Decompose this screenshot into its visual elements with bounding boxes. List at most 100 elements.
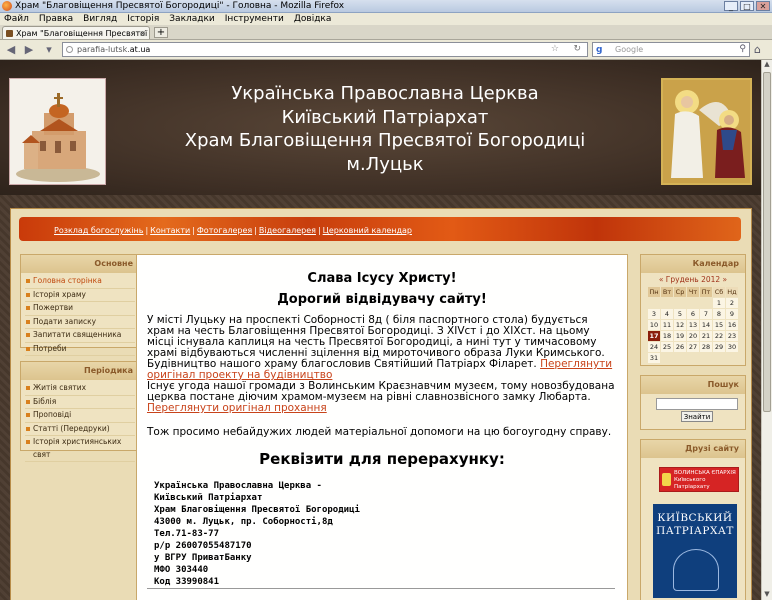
nav-link-contacts[interactable]: Контакти: [150, 226, 190, 235]
calendar-day[interactable]: 1: [713, 298, 725, 308]
url-host: at.ua: [129, 45, 151, 54]
search-input[interactable]: [656, 398, 738, 410]
scroll-down-icon[interactable]: ▼: [762, 590, 772, 600]
menu-view[interactable]: Вигляд: [83, 13, 117, 25]
calendar-day[interactable]: 19: [674, 331, 686, 341]
reload-icon[interactable]: ↻: [573, 43, 581, 56]
calendar-day[interactable]: 16: [726, 320, 738, 330]
sidebar-item-needs[interactable]: Потреби: [25, 343, 135, 356]
kyiv-patriarchate-banner[interactable]: КИЇВСЬКИЙ ПАТРІАРХАТ: [653, 504, 737, 598]
search-bar[interactable]: g Google ⚲: [592, 42, 750, 57]
sidebar-item-home[interactable]: Головна сторінка: [25, 275, 135, 289]
minimize-icon[interactable]: _: [724, 1, 738, 11]
search-icon[interactable]: ⚲: [739, 43, 746, 56]
nav-link-photo-gallery[interactable]: Фотогалерея: [197, 226, 252, 235]
close-icon[interactable]: ✕: [756, 1, 770, 11]
calendar-day[interactable]: 9: [726, 309, 738, 319]
window-titlebar: Храм "Благовіщення Пресвятої Богородиці"…: [0, 0, 772, 13]
forward-icon[interactable]: ▶: [22, 43, 36, 56]
maximize-icon[interactable]: □: [740, 1, 754, 11]
search-box: Пошук Знайти: [640, 375, 746, 430]
calendar-day[interactable]: 28: [700, 342, 712, 352]
calendar-day[interactable]: 27: [687, 342, 699, 352]
calendar-day[interactable]: 5: [674, 309, 686, 319]
calendar-empty-cell: [700, 298, 712, 308]
calendar-day[interactable]: 15: [713, 320, 725, 330]
calendar-day[interactable]: 14: [700, 320, 712, 330]
new-tab-button[interactable]: +: [154, 27, 168, 38]
bookmark-star-icon[interactable]: ☆: [551, 43, 559, 56]
volyn-eparchy-banner[interactable]: ВОЛИНСЬКА ЄПАРХІЯ Київського Патріархату: [659, 467, 739, 492]
calendar-day[interactable]: 18: [661, 331, 673, 341]
calendar-day[interactable]: 30: [726, 342, 738, 352]
calendar-day[interactable]: 25: [661, 342, 673, 352]
sidebar-item-bible[interactable]: Біблія: [25, 396, 135, 409]
calendar-day[interactable]: 10: [648, 320, 660, 330]
menu-icon[interactable]: ▾: [42, 43, 56, 56]
calendar-day[interactable]: 13: [687, 320, 699, 330]
calendar-day[interactable]: 12: [674, 320, 686, 330]
menu-edit[interactable]: Правка: [39, 13, 73, 25]
divider: [147, 588, 615, 589]
request-link[interactable]: Переглянути оригінал прохання: [147, 402, 327, 414]
tab-close-icon[interactable]: ×: [139, 27, 146, 39]
search-button[interactable]: Знайти: [681, 411, 713, 422]
calendar-day[interactable]: 4: [661, 309, 673, 319]
calendar-day[interactable]: 24: [648, 342, 660, 352]
calendar-day[interactable]: 31: [648, 353, 660, 363]
sidebar-main-menu: Головна сторінка Історія храму Пожертви …: [21, 273, 139, 356]
sidebar-item-holidays[interactable]: Історія християнських свят: [25, 436, 135, 462]
nav-link-church-calendar[interactable]: Церковний календар: [323, 226, 412, 235]
sidebar-item-history[interactable]: Історія храму: [25, 289, 135, 302]
scrollbar-thumb[interactable]: [763, 72, 771, 412]
scroll-up-icon[interactable]: ▲: [762, 60, 772, 70]
site-identity-icon[interactable]: [66, 46, 73, 53]
menu-help[interactable]: Довідка: [294, 13, 332, 25]
menu-bookmarks[interactable]: Закладки: [169, 13, 215, 25]
calendar-day[interactable]: 7: [700, 309, 712, 319]
calendar-day[interactable]: 26: [674, 342, 686, 352]
page-scrollbar[interactable]: ▲ ▼: [761, 60, 772, 600]
calendar-day[interactable]: 29: [713, 342, 725, 352]
nav-link-video-gallery[interactable]: Відеогалерея: [259, 226, 316, 235]
sidebar-item-submit-note[interactable]: Подати записку: [25, 316, 135, 329]
site-title-line2: Київський Патріархат: [281, 106, 489, 128]
friends-box: Друзі сайту ВОЛИНСЬКА ЄПАРХІЯ Київського…: [640, 439, 746, 600]
home-icon[interactable]: ⌂: [754, 43, 761, 56]
nav-link-schedule[interactable]: Розклад богослужінь: [54, 226, 143, 235]
sidebar-item-ask-priest[interactable]: Запитати священника: [25, 329, 135, 343]
sidebar-item-saints[interactable]: Житія святих: [25, 382, 135, 396]
sidebar-item-articles[interactable]: Статті (Передруки): [25, 423, 135, 436]
calendar-day[interactable]: 3: [648, 309, 660, 319]
calendar-box: Календар « Грудень 2012 » Пн Вт Ср Чт Пт Сб Нд…: [640, 254, 746, 366]
calendar-day[interactable]: 22: [713, 331, 725, 341]
menu-tools[interactable]: Інструменти: [225, 13, 284, 25]
sidebar-item-donations[interactable]: Пожертви: [25, 302, 135, 316]
window-controls: _ □ ✕: [724, 1, 770, 11]
tab-active[interactable]: Храм "Благовіщення Пресвятої Бого... ×: [2, 26, 150, 39]
kyiv-patriarchate-text: КИЇВСЬКИЙ ПАТРІАРХАТ: [656, 512, 734, 537]
calendar-day[interactable]: 8: [713, 309, 725, 319]
calendar-weekday: Ср: [674, 287, 686, 297]
menu-file[interactable]: Файл: [4, 13, 29, 25]
calendar-empty-cell: [661, 298, 673, 308]
calendar-weekday: Пн: [648, 287, 660, 297]
calendar-day[interactable]: 20: [687, 331, 699, 341]
sidebar-item-sermons[interactable]: Проповіді: [25, 409, 135, 423]
calendar-month[interactable]: « Грудень 2012 »: [641, 275, 745, 284]
search-placeholder: Google: [615, 45, 644, 54]
menu-history[interactable]: Історія: [127, 13, 159, 25]
calendar-day[interactable]: 23: [726, 331, 738, 341]
calendar-empty-cell: [687, 353, 699, 363]
url-bar[interactable]: parafia-lutsk.at.ua ☆ ↻: [62, 42, 588, 57]
calendar-day[interactable]: 6: [687, 309, 699, 319]
top-navigation: Розклад богослужінь | Контакти | Фотогалерея…: [54, 226, 412, 235]
calendar-day[interactable]: 11: [661, 320, 673, 330]
back-icon[interactable]: ◀: [4, 43, 18, 56]
calendar-day[interactable]: 2: [726, 298, 738, 308]
calendar-empty-cell: [687, 298, 699, 308]
calendar-day[interactable]: 21: [700, 331, 712, 341]
calendar-day[interactable]: 17: [648, 331, 660, 341]
google-icon[interactable]: g: [596, 44, 602, 57]
church-image: [9, 78, 106, 185]
